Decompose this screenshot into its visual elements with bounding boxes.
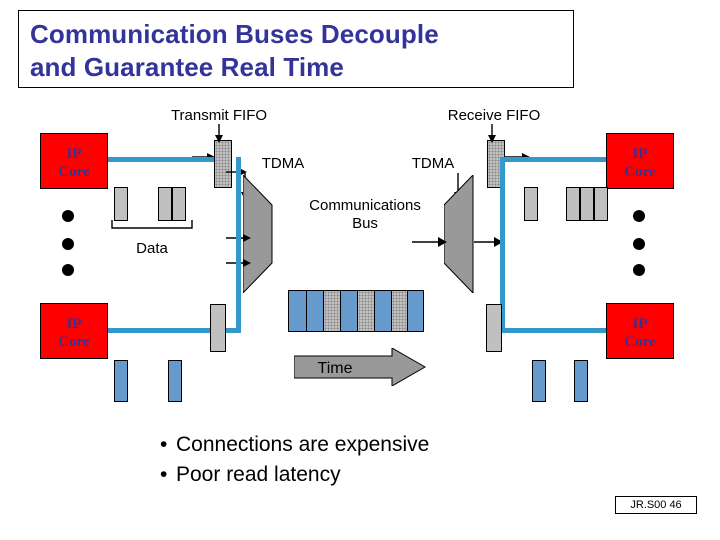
queue-cell-bottom-left-b (168, 360, 182, 402)
ip-core-top-left[interactable]: IP Core (40, 133, 108, 189)
slide-canvas: Communication Buses Decouple and Guarant… (0, 0, 720, 540)
ip-core-bottom-left-line2: Core (58, 333, 90, 350)
queue-cell-bottom-right-b (532, 360, 546, 402)
vertical-ellipsis-dot-left-2 (62, 238, 74, 250)
transmit-fifo-label-arrow (215, 124, 223, 143)
bus-segment-4 (341, 291, 357, 331)
bullet-text-1: Poor read latency (176, 463, 341, 487)
ip-core-bottom-right-line1: IP (632, 316, 648, 332)
transmit-fifo-label: Transmit FIFO (170, 107, 268, 124)
wire-right-bottom-horizontal (500, 328, 606, 333)
communications-bus-line1: Communications (309, 197, 421, 214)
vertical-ellipsis-dot-left-3 (62, 264, 74, 276)
bus-segment-8 (408, 291, 423, 331)
vertical-ellipsis-dot-right-2 (633, 238, 645, 250)
data-cell-left-c (172, 187, 186, 221)
communications-bus-line2: Bus (352, 215, 378, 233)
page-title: Communication Buses Decouple and Guarant… (30, 18, 570, 85)
wire-right-top-horizontal (500, 157, 606, 162)
queue-cell-bottom-left-c (210, 304, 226, 352)
data-brace (111, 220, 193, 229)
vertical-ellipsis-dot-right-3 (633, 264, 645, 276)
data-cell-left-b (158, 187, 172, 221)
data-cell-left-a (114, 187, 128, 221)
ip-core-bottom-right-line2: Core (624, 333, 656, 350)
right-demux-funnel (444, 175, 474, 293)
receive-fifo-label: Receive FIFO (447, 107, 541, 124)
queue-cell-right-a (524, 187, 538, 221)
bus-segment-5 (358, 291, 374, 331)
time-label: Time (317, 360, 353, 377)
bullet-item-1: • Poor read latency (160, 460, 630, 490)
queue-cell-bottom-right-a (486, 304, 502, 352)
queue-cell-right-c (580, 187, 594, 221)
queue-cell-right-d (594, 187, 608, 221)
vertical-ellipsis-dot-right-1 (633, 210, 645, 222)
wire-left-top-horizontal (108, 157, 214, 162)
bullet-list: • Connections are expensive • Poor read la… (160, 430, 630, 491)
receive-fifo-label-arrow (488, 124, 496, 143)
bus-to-demux-arrow (412, 237, 447, 247)
title-line-1: Communication Buses Decouple (30, 19, 439, 49)
ip-core-top-right-line2: Core (624, 163, 656, 180)
tdma-left-label: TDMA (261, 155, 305, 172)
ip-core-bottom-right[interactable]: IP Core (606, 303, 674, 359)
tdma-right-label: TDMA (411, 155, 455, 172)
ip-core-bottom-left-line1: IP (66, 316, 82, 332)
ip-core-top-left-line2: Core (58, 163, 90, 180)
bullet-item-0: • Connections are expensive (160, 430, 630, 460)
transmit-fifo-stack (214, 140, 232, 188)
title-line-2: and Guarantee Real Time (30, 52, 344, 83)
wire-left-bottom-vertical (236, 262, 241, 333)
bullet-marker-0: • (160, 433, 168, 456)
data-label: Data (136, 240, 168, 257)
ip-core-top-right[interactable]: IP Core (606, 133, 674, 189)
footer-slide-tag: JR.S00 46 (615, 496, 697, 514)
bus-segment-6 (375, 291, 391, 331)
wire-left-vertical (236, 157, 241, 262)
bus-segment-7 (392, 291, 407, 331)
vertical-ellipsis-dot-left-1 (62, 210, 74, 222)
bus-segment-3 (324, 291, 340, 331)
queue-cell-bottom-left-a (114, 360, 128, 402)
communications-bus-bar (288, 290, 424, 332)
bullet-text-0: Connections are expensive (176, 433, 430, 456)
wire-right-vertical (500, 157, 505, 262)
ip-core-top-left-line1: IP (66, 146, 82, 162)
bus-segment-1 (289, 291, 306, 331)
bus-segment-2 (307, 291, 323, 331)
queue-cell-bottom-right-c (574, 360, 588, 402)
bullet-marker-1: • (160, 463, 168, 487)
queue-cell-right-b (566, 187, 580, 221)
communications-bus-label: Communications Bus (280, 197, 450, 234)
ip-core-bottom-left[interactable]: IP Core (40, 303, 108, 359)
ip-core-top-right-line1: IP (632, 146, 648, 162)
